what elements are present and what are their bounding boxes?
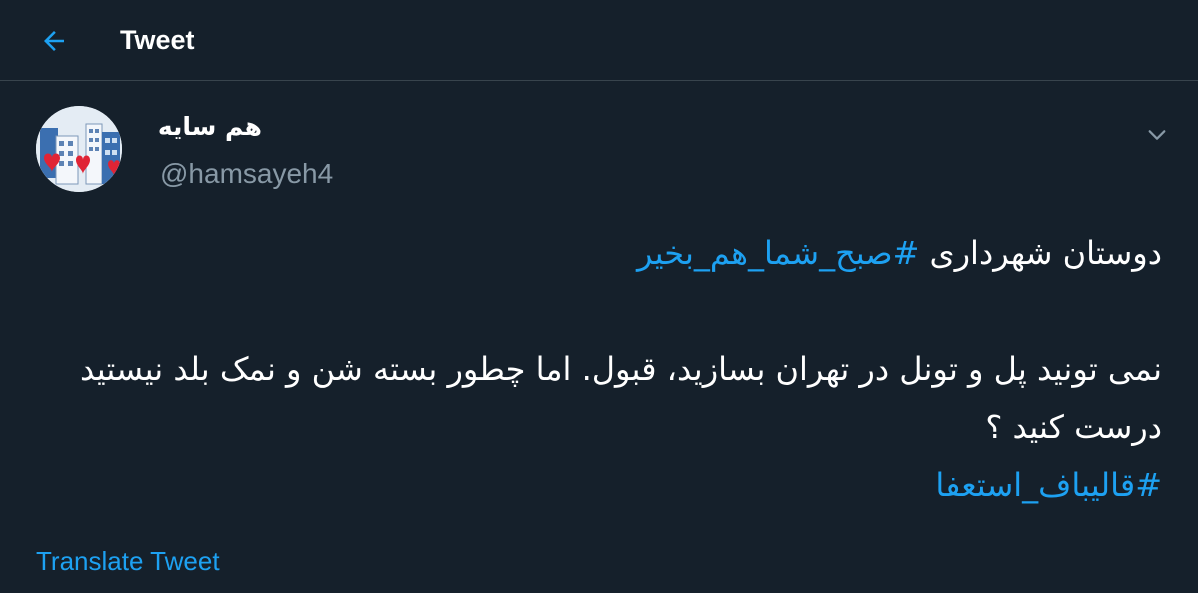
hashtag-link-1[interactable]: #صبح_شما_هم_بخیر	[637, 234, 919, 272]
hashtag-link-2[interactable]: #قالیباف_استعفا	[935, 466, 1162, 504]
author-display-name[interactable]: هم سایه	[158, 110, 262, 144]
translate-tweet-link[interactable]: Translate Tweet	[36, 544, 220, 578]
author-handle[interactable]: @hamsayeh4	[160, 156, 333, 192]
avatar[interactable]	[36, 106, 122, 192]
top-bar: Tweet	[0, 0, 1198, 81]
page-title: Tweet	[120, 25, 195, 55]
arrow-left-icon	[44, 31, 64, 51]
tweet-menu-button[interactable]	[1140, 120, 1174, 150]
tweet-text: دوستان شهرداری #صبح_شما_هم_بخیر نمی تونی…	[36, 224, 1162, 514]
tweet-line-1: دوستان شهرداری #صبح_شما_هم_بخیر	[36, 224, 1162, 282]
back-button[interactable]	[34, 21, 74, 61]
tweet-text-intro: دوستان شهرداری	[919, 234, 1162, 272]
tweet-paragraph-2: نمی تونید پل و تونل در تهران بسازید، قبو…	[79, 350, 1162, 446]
chevron-down-icon	[1148, 130, 1166, 140]
buildings-with-hearts-avatar	[36, 106, 122, 192]
